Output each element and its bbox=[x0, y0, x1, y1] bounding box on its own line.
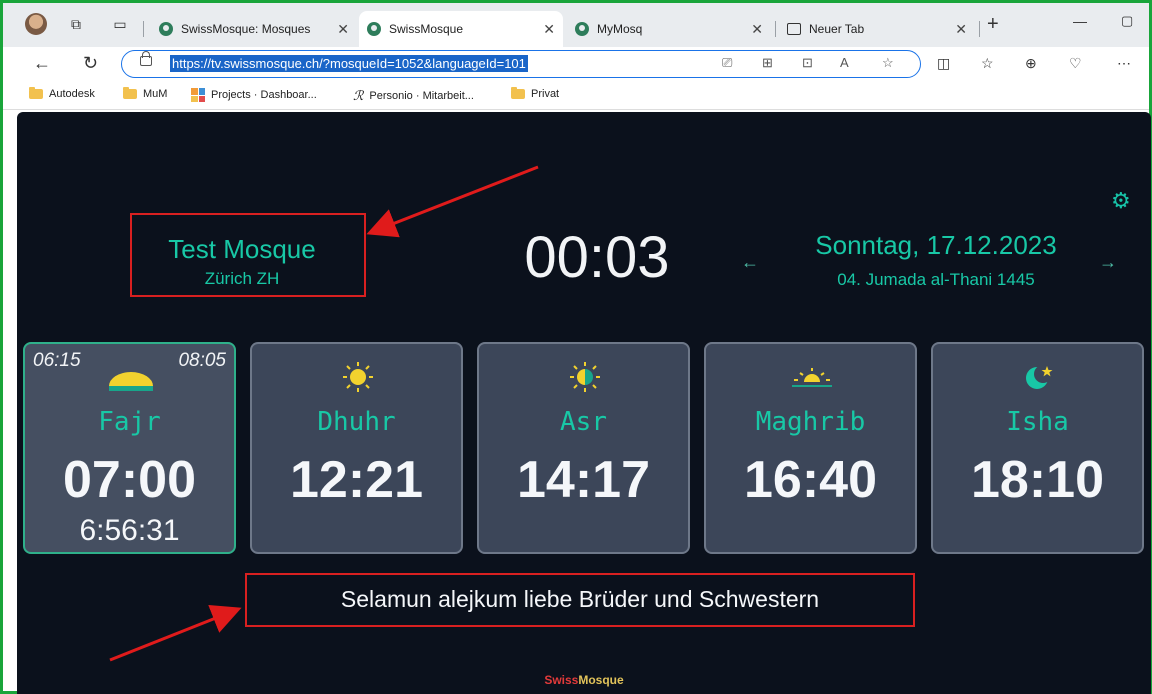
bookmark-mum[interactable]: MuM bbox=[123, 87, 167, 100]
read-aloud-icon[interactable]: A bbox=[840, 55, 849, 70]
tab-strip: ⧉ ▭ SwissMosque: Mosques ✕ SwissMosque ✕… bbox=[3, 3, 1149, 47]
personio-icon: ℛ bbox=[353, 88, 364, 103]
bookmark-privat[interactable]: Privat bbox=[511, 87, 559, 100]
prayer-name: Dhuhr bbox=[317, 407, 396, 437]
address-bar[interactable]: https://tv.swissmosque.ch/?mosqueId=1052… bbox=[121, 50, 921, 78]
sunset-icon bbox=[706, 360, 915, 394]
announcement-message: Selamun alejkum liebe Brüder und Schwest… bbox=[245, 573, 915, 627]
address-toolbar: ← ↻ https://tv.swissmosque.ch/?mosqueId=… bbox=[3, 47, 1149, 83]
prayer-name: Fajr bbox=[98, 407, 161, 437]
half-sun-icon bbox=[479, 360, 688, 394]
next-day-arrow-icon[interactable]: → bbox=[1099, 252, 1117, 273]
prayer-time: 07:00 bbox=[63, 451, 196, 509]
tab-swissmosque-mosques[interactable]: SwissMosque: Mosques ✕ bbox=[151, 11, 357, 47]
prayer-countdown: 6:56:31 bbox=[79, 514, 180, 547]
swissmosque-favicon-icon bbox=[159, 22, 173, 36]
tab-actions-icon[interactable]: ▭ bbox=[111, 15, 129, 33]
folder-icon bbox=[511, 87, 525, 99]
current-time: 00:03 bbox=[524, 225, 670, 290]
gregorian-date: Sonntag, 17.12.2023 bbox=[815, 230, 1057, 260]
profile-avatar[interactable] bbox=[25, 13, 47, 35]
prayer-card-fajr: 06:15 08:05 Fajr 07:00 6:56:31 bbox=[23, 342, 236, 554]
close-tab-icon[interactable]: ✕ bbox=[751, 21, 763, 38]
prayer-card-maghrib: Maghrib 16:40 bbox=[704, 342, 917, 554]
prayer-card-dhuhr: Dhuhr 12:21 bbox=[250, 342, 463, 554]
tab-neuer-tab[interactable]: Neuer Tab ✕ bbox=[779, 11, 975, 47]
tab-title: Neuer Tab bbox=[809, 22, 865, 36]
folder-icon bbox=[29, 87, 43, 99]
projects-icon bbox=[191, 88, 205, 102]
workspaces-icon[interactable]: ⧉ bbox=[67, 15, 85, 33]
folder-icon bbox=[123, 87, 137, 99]
more-menu-icon[interactable]: ⋯ bbox=[1117, 55, 1131, 72]
sun-icon bbox=[252, 360, 461, 394]
new-tab-page-icon bbox=[787, 23, 801, 35]
new-tab-button[interactable]: + bbox=[987, 14, 999, 34]
previous-day-arrow-icon[interactable]: ← bbox=[741, 252, 759, 273]
prayer-name: Asr bbox=[560, 407, 607, 437]
device-icon[interactable]: ⎚ bbox=[722, 55, 732, 71]
prayer-time: 18:10 bbox=[971, 451, 1104, 509]
bookmark-projects[interactable]: Projects · Dashboar... bbox=[191, 88, 317, 102]
prayer-card-isha: Isha 18:10 bbox=[931, 342, 1144, 554]
sunrise-icon bbox=[25, 360, 234, 394]
annotation-box-mosque bbox=[130, 213, 366, 297]
swissmosque-logo: SwissMosque bbox=[544, 673, 624, 687]
mymosq-favicon-icon bbox=[575, 22, 589, 36]
hijri-date: 04. Jumada al-Thani 1445 bbox=[837, 270, 1035, 289]
favorites-icon[interactable]: ☆ bbox=[981, 55, 994, 72]
lock-icon[interactable] bbox=[140, 51, 152, 66]
bookmark-personio[interactable]: ℛ Personio · Mitarbeit... bbox=[353, 88, 474, 104]
prayer-card-asr: Asr 14:17 bbox=[477, 342, 690, 554]
maximize-icon[interactable]: ▢ bbox=[1121, 13, 1133, 29]
split-screen-icon[interactable]: ◫ bbox=[937, 55, 950, 72]
tab-title: SwissMosque: Mosques bbox=[181, 22, 311, 36]
settings-gear-icon[interactable]: ⚙ bbox=[1111, 188, 1131, 214]
app-available-icon[interactable]: ⊞ bbox=[762, 55, 773, 71]
swissmosque-favicon-icon bbox=[367, 22, 381, 36]
close-tab-icon[interactable]: ✕ bbox=[543, 21, 555, 38]
prayer-name: Isha bbox=[1006, 407, 1069, 437]
close-tab-icon[interactable]: ✕ bbox=[955, 21, 967, 38]
refresh-icon[interactable]: ↻ bbox=[83, 53, 98, 74]
tab-swissmosque[interactable]: SwissMosque ✕ bbox=[359, 11, 563, 47]
favorite-star-icon[interactable]: ☆ bbox=[882, 55, 894, 71]
tab-title: MyMosq bbox=[597, 22, 643, 36]
browser-essentials-icon[interactable]: ♡ bbox=[1069, 55, 1082, 72]
prayer-time: 16:40 bbox=[744, 451, 877, 509]
prayer-times-display: ⚙ Test Mosque Zürich ZH 00:03 ← Sonntag,… bbox=[17, 112, 1151, 694]
back-icon[interactable]: ← bbox=[33, 53, 51, 74]
close-tab-icon[interactable]: ✕ bbox=[337, 21, 349, 38]
prayer-time: 14:17 bbox=[517, 451, 650, 509]
url-text[interactable]: https://tv.swissmosque.ch/?mosqueId=1052… bbox=[170, 55, 528, 72]
prayer-name: Maghrib bbox=[755, 407, 866, 437]
bookmark-autodesk[interactable]: Autodesk bbox=[29, 87, 95, 100]
crescent-star-icon bbox=[933, 360, 1142, 394]
prayer-time: 12:21 bbox=[290, 451, 423, 509]
tab-mymosq[interactable]: MyMosq ✕ bbox=[567, 11, 771, 47]
extensions-icon[interactable]: ⊡ bbox=[802, 55, 813, 71]
tab-title: SwissMosque bbox=[389, 22, 464, 36]
minimize-icon[interactable]: — bbox=[1073, 13, 1087, 29]
collections-icon[interactable]: ⊕ bbox=[1025, 55, 1037, 72]
bookmarks-bar: Autodesk MuM Projects · Dashboar... ℛ Per… bbox=[3, 83, 1149, 110]
